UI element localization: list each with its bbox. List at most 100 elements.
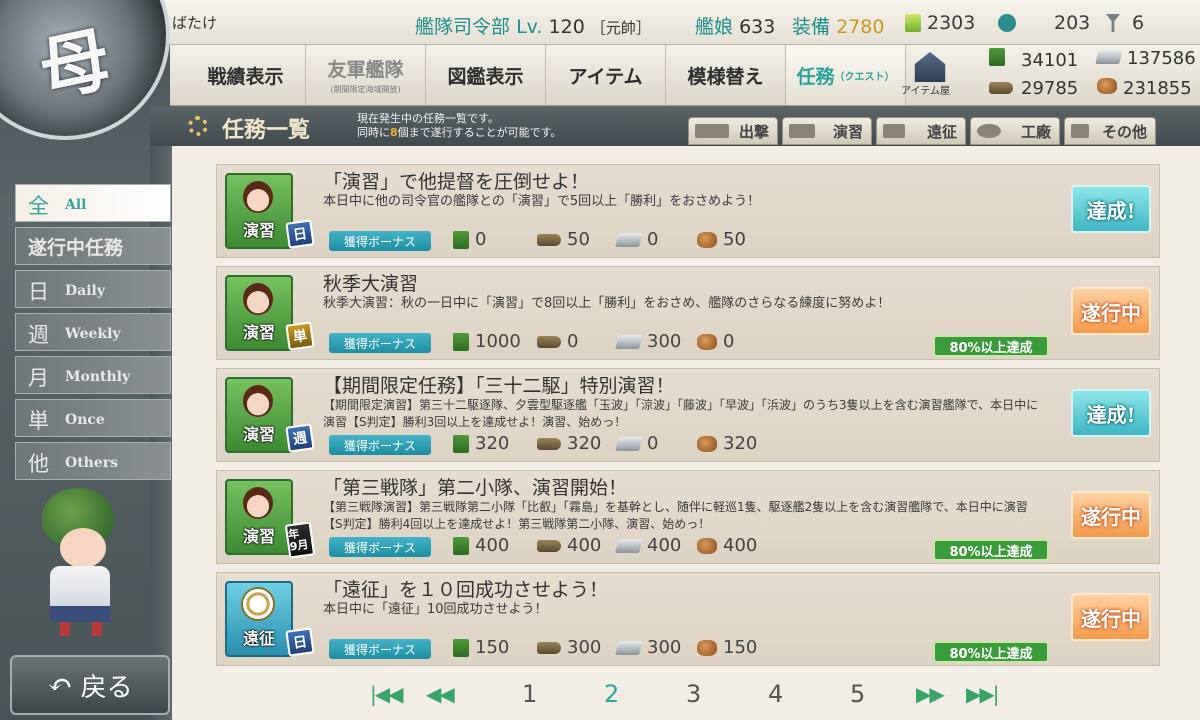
filter-in-progress[interactable]: 遂行中任務 <box>15 227 171 265</box>
page-3[interactable]: 3 <box>686 680 701 708</box>
bauxite-icon <box>697 639 717 656</box>
steel-amount: 137586 <box>1127 48 1196 69</box>
quest-type-badge: 年 9月 <box>284 521 316 559</box>
player-name: ばたけ <box>172 14 218 32</box>
bauxite-icon <box>1097 78 1117 94</box>
reward-bauxite: 320 <box>723 433 758 454</box>
reward-steel: 400 <box>647 535 682 556</box>
fuel-icon <box>453 536 469 555</box>
bauxite-icon <box>697 333 717 350</box>
ship-icon <box>695 124 729 138</box>
quest-category-exercise[interactable]: 演習 <box>225 173 293 249</box>
tab-exercise[interactable]: 演習 <box>782 117 872 145</box>
page-4[interactable]: 4 <box>768 680 783 708</box>
shipgirl-portrait-icon <box>243 385 273 417</box>
quest-title: 「遠征」を１０回成功させよう！ <box>323 579 609 601</box>
gear-icon <box>977 124 1001 138</box>
steel-icon <box>1095 50 1123 64</box>
reward-fuel: 400 <box>475 535 510 556</box>
quest-category-exercise[interactable]: 演習 <box>225 479 293 555</box>
first-page-button[interactable]: |◀◀ <box>370 682 403 706</box>
pagination: |◀◀ ◀◀ 1 2 3 4 5 ▶▶ ▶▶| <box>360 680 1020 712</box>
quest-card[interactable]: 演習 日 「演習」で他提督を圧倒せよ！ 本日中に他の司令官の艦隊との「演習」で5… <box>216 164 1160 258</box>
hq-level: 120 <box>548 16 585 38</box>
reward-ammo: 400 <box>567 535 602 556</box>
progress-badge: 80%以上達成 <box>933 539 1049 561</box>
compass-icon <box>883 124 905 138</box>
quest-type-badge: 日 <box>285 219 315 249</box>
quest-status-button[interactable]: 遂行中 <box>1071 491 1151 539</box>
quest-type-badge: 日 <box>285 627 315 657</box>
bauxite-icon <box>697 537 717 554</box>
quest-description: 本日中に「遠征」10回成功させよう！ <box>323 602 548 617</box>
tab-other[interactable]: その他 <box>1064 117 1156 145</box>
reward-steel: 0 <box>647 229 659 250</box>
reward-ammo: 300 <box>567 637 602 658</box>
shipgirl-count: 633 <box>739 16 776 38</box>
nav-friend-fleet[interactable]: 友軍艦隊 (期間限定海域開放) <box>306 45 426 105</box>
ammo-icon <box>537 233 561 246</box>
equip-count: 2780 <box>836 16 885 38</box>
back-button[interactable]: ↶ 戻る <box>10 655 170 715</box>
reward-bauxite: 150 <box>723 637 758 658</box>
back-arrow-icon: ↶ <box>47 667 73 703</box>
quest-card[interactable]: 演習 週 【期間限定任務】「三十二駆」特別演習！ 【期間限定演習】第三十二駆逐隊… <box>216 368 1160 462</box>
fuel-icon <box>453 638 469 657</box>
quest-category-exercise[interactable]: 演習 <box>225 275 293 351</box>
quest-status-button[interactable]: 達成! <box>1071 389 1151 437</box>
logo-glyph: 母 <box>32 16 118 113</box>
nav-furniture[interactable]: 模様替え <box>666 45 786 105</box>
quest-status-button[interactable]: 遂行中 <box>1071 287 1151 335</box>
quest-card[interactable]: 演習 年 9月 「第三戦隊」第二小隊、演習開始！ 【第三戦隊演習】第三戦隊第二小… <box>216 470 1160 564</box>
quest-card[interactable]: 演習 単 秋季大演習 秋季大演習：秋の一日中に「演習」で8回以上「勝利」をおさめ… <box>216 266 1160 360</box>
filter-all[interactable]: 全 All <box>15 184 171 222</box>
nav-battle-record[interactable]: 戦績表示 <box>186 45 306 105</box>
tab-sortie[interactable]: 出撃 <box>688 117 778 145</box>
quest-category-exercise[interactable]: 演習 <box>225 377 293 453</box>
quest-title: 秋季大演習 <box>323 273 419 295</box>
fuel-icon <box>453 230 469 249</box>
bucket-count: 2303 <box>927 12 976 34</box>
shipgirls-label: 艦娘 <box>695 16 734 38</box>
quest-status-button[interactable]: 遂行中 <box>1071 593 1151 641</box>
page-2[interactable]: 2 <box>604 680 619 708</box>
reward-fuel: 320 <box>475 433 510 454</box>
nav-encyclopedia[interactable]: 図鑑表示 <box>426 45 546 105</box>
next-page-button[interactable]: ▶▶ <box>916 682 945 706</box>
reward-ammo: 320 <box>567 433 602 454</box>
bauxite-icon <box>697 231 717 248</box>
ammo-icon <box>537 437 561 450</box>
nav-quests[interactable]: 任務 （クエスト） <box>786 45 906 105</box>
filter-weekly[interactable]: 週 Weekly <box>15 313 171 351</box>
tab-expedition[interactable]: 遠征 <box>876 117 966 145</box>
page-title: 任務一覧 <box>222 117 311 143</box>
ammo-icon <box>537 539 561 552</box>
fuel-icon <box>989 48 1005 66</box>
tab-arsenal[interactable]: 工廠 <box>970 117 1060 145</box>
last-page-button[interactable]: ▶▶| <box>966 682 999 706</box>
shipgirl-portrait-icon <box>243 487 273 519</box>
item-shop-button[interactable]: アイテム屋 <box>901 50 955 98</box>
filter-monthly[interactable]: 月 Monthly <box>15 356 171 394</box>
page-1[interactable]: 1 <box>522 680 537 708</box>
quest-title: 「演習」で他提督を圧倒せよ！ <box>323 171 590 193</box>
steel-icon <box>615 538 643 553</box>
shop-label: アイテム屋 <box>901 86 950 97</box>
bonus-label: 獲得ボーナス <box>329 231 431 251</box>
port-logo[interactable]: 母 <box>0 0 170 140</box>
dev-material-count: 203 <box>1054 12 1091 34</box>
filter-once[interactable]: 単 Once <box>15 399 171 437</box>
secretary-chibi[interactable] <box>20 488 150 638</box>
exercise-icon <box>789 124 815 138</box>
quest-category-expedition[interactable]: 遠征 <box>225 581 293 657</box>
quest-description: 【第三戦隊演習】第三戦隊第二小隊「比叡」「霧島」を基幹とし、随伴に軽巡1隻、駆逐… <box>323 500 1028 531</box>
nav-items[interactable]: アイテム <box>546 45 666 105</box>
bonus-label: 獲得ボーナス <box>329 639 431 659</box>
filter-daily[interactable]: 日 Daily <box>15 270 171 308</box>
page-5[interactable]: 5 <box>850 680 865 708</box>
quest-card[interactable]: 遠征 日 「遠征」を１０回成功させよう！ 本日中に「遠征」10回成功させよう！ … <box>216 572 1160 666</box>
prev-page-button[interactable]: ◀◀ <box>426 682 455 706</box>
quest-status-button[interactable]: 達成! <box>1071 185 1151 233</box>
filter-others[interactable]: 他 Others <box>15 442 171 480</box>
fuel-icon <box>453 332 469 351</box>
